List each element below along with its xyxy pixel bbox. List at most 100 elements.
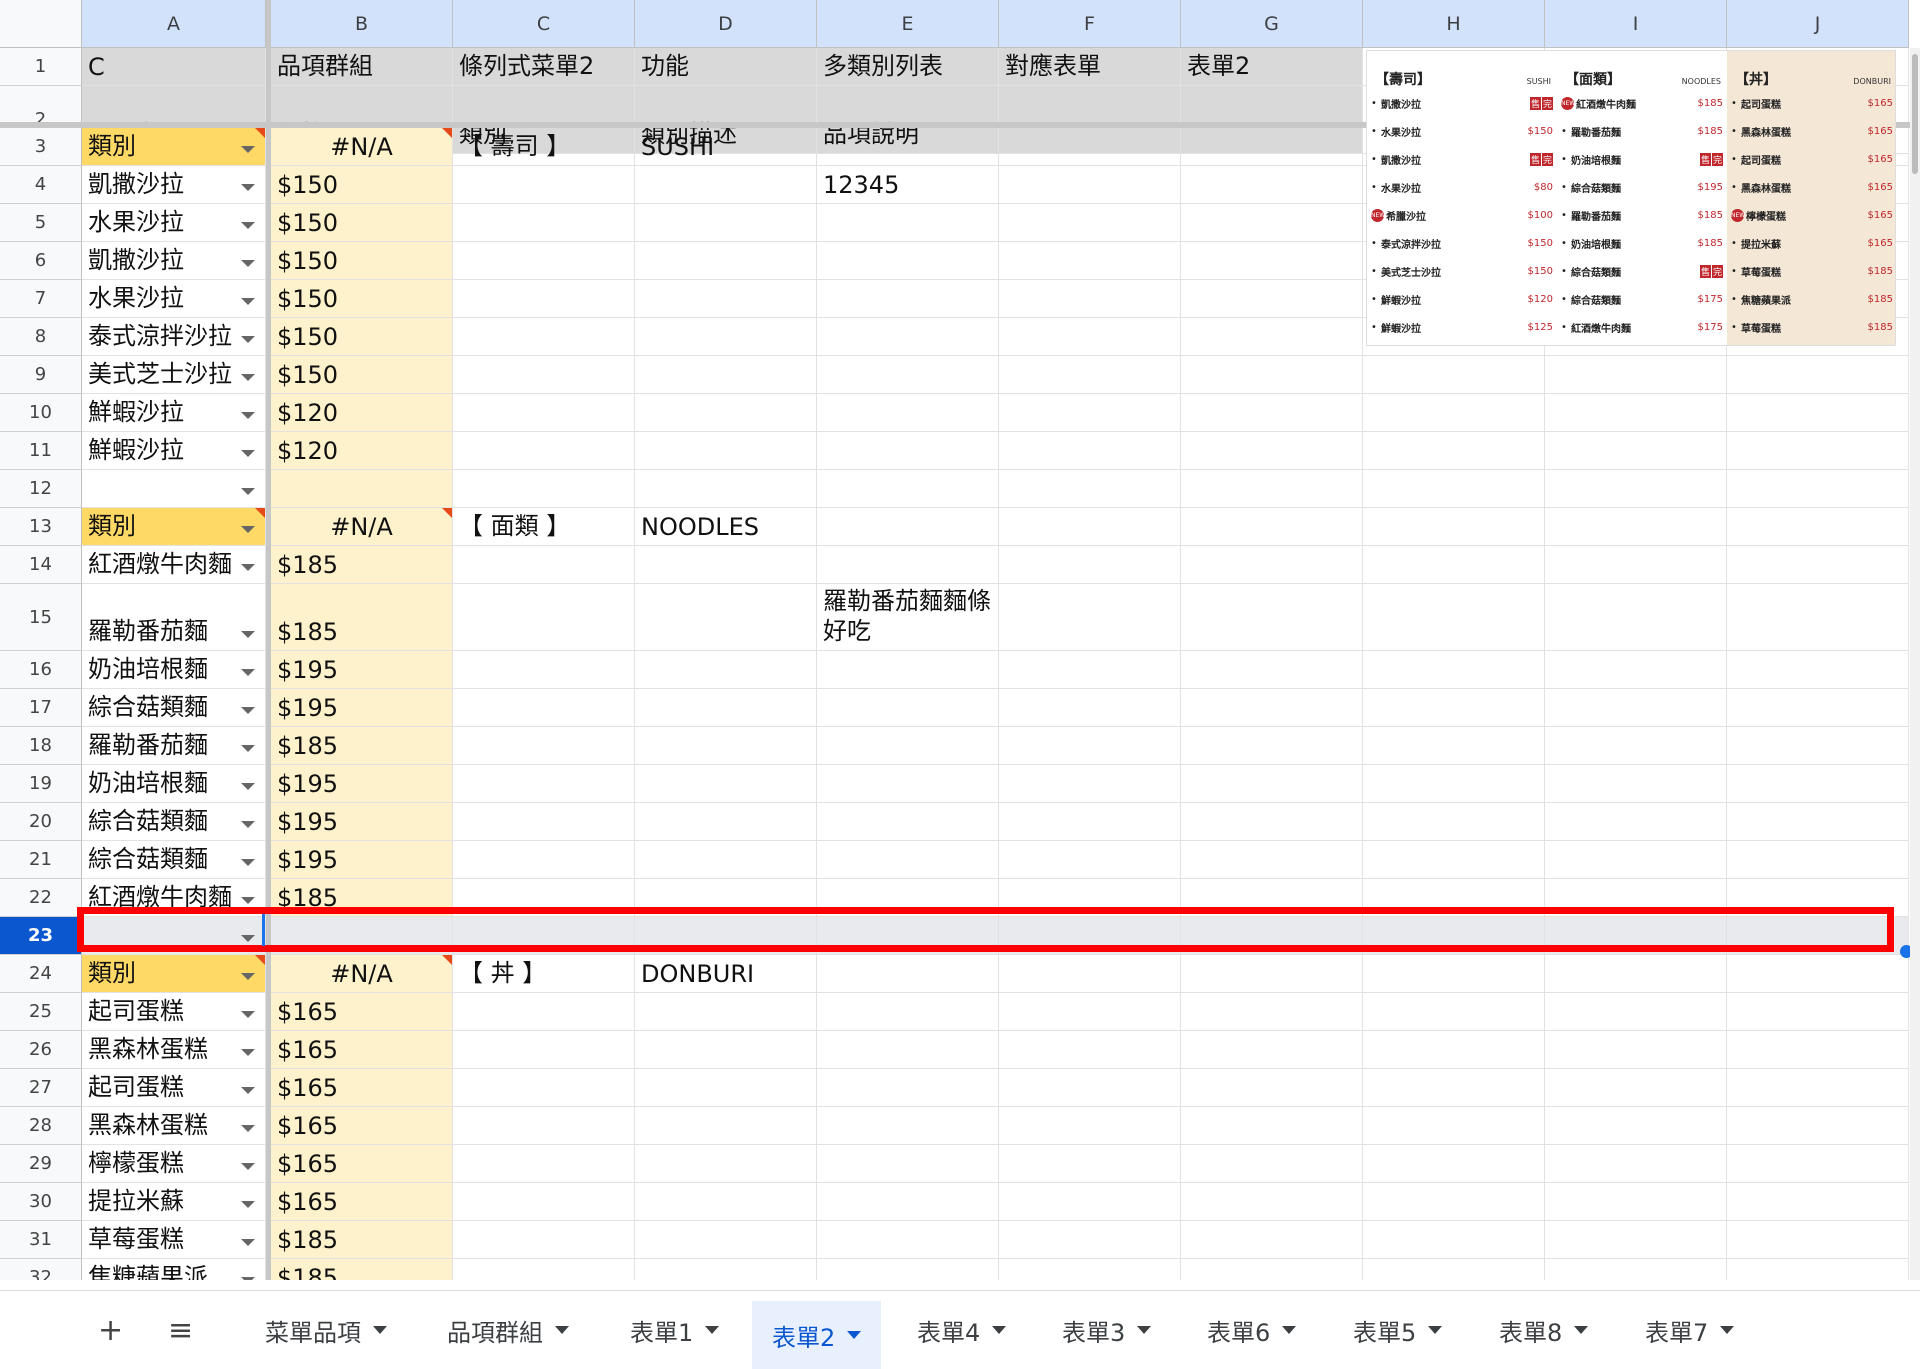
cell-e30[interactable] (817, 1183, 999, 1221)
cell-f25[interactable] (999, 993, 1181, 1031)
cell-a17[interactable]: 綜合菇類麵 (82, 689, 266, 727)
cell-c14[interactable] (453, 546, 635, 584)
cell-d31[interactable] (635, 1221, 817, 1259)
cell-h12[interactable] (1363, 470, 1545, 508)
chevron-down-icon[interactable] (1720, 1326, 1735, 1334)
cell-f29[interactable] (999, 1145, 1181, 1183)
cell-f19[interactable] (999, 765, 1181, 803)
cell-h16[interactable] (1363, 651, 1545, 689)
cell-d5[interactable] (635, 204, 817, 242)
cell-g1[interactable]: 表單2 (1181, 48, 1363, 86)
cell-d11[interactable] (635, 432, 817, 470)
comment-indicator-icon[interactable] (255, 508, 265, 518)
cell-d27[interactable] (635, 1069, 817, 1107)
cell-a31[interactable]: 草莓蛋糕 (82, 1221, 266, 1259)
cell-g27[interactable] (1181, 1069, 1363, 1107)
row-header-10[interactable]: 10 (0, 394, 82, 432)
cell-b28[interactable]: $165 (271, 1107, 453, 1145)
cell-a3[interactable]: 類別 (82, 128, 266, 166)
comment-indicator-icon[interactable] (442, 955, 452, 965)
cell-a15[interactable]: 羅勒番茄麵 (82, 584, 266, 651)
row-header-32[interactable]: 32 (0, 1259, 82, 1280)
cell-f13[interactable] (999, 508, 1181, 546)
cell-a11[interactable]: 鮮蝦沙拉 (82, 432, 266, 470)
row-header-31[interactable]: 31 (0, 1221, 82, 1259)
cell-j13[interactable] (1727, 508, 1909, 546)
comment-indicator-icon[interactable] (255, 955, 265, 965)
scrollbar-thumb[interactable] (1912, 54, 1918, 174)
cell-e27[interactable] (817, 1069, 999, 1107)
dropdown-chevron-icon[interactable] (241, 707, 255, 714)
cell-b29[interactable]: $165 (271, 1145, 453, 1183)
cell-f1[interactable]: 對應表單 (999, 48, 1181, 86)
cell-c11[interactable] (453, 432, 635, 470)
cell-h18[interactable] (1363, 727, 1545, 765)
row-header-3[interactable]: 3 (0, 128, 82, 166)
cell-f32[interactable] (999, 1259, 1181, 1280)
row-header-9[interactable]: 9 (0, 356, 82, 394)
row-header-21[interactable]: 21 (0, 841, 82, 879)
cell-b11[interactable]: $120 (271, 432, 453, 470)
cell-j10[interactable] (1727, 394, 1909, 432)
cell-f18[interactable] (999, 727, 1181, 765)
cell-e19[interactable] (817, 765, 999, 803)
dropdown-chevron-icon[interactable] (241, 1201, 255, 1208)
cell-e14[interactable] (817, 546, 999, 584)
cell-j16[interactable] (1727, 651, 1909, 689)
cell-b23[interactable] (271, 917, 453, 955)
row-header-29[interactable]: 29 (0, 1145, 82, 1183)
cell-j11[interactable] (1727, 432, 1909, 470)
cell-a21[interactable]: 綜合菇類麵 (82, 841, 266, 879)
cell-d24[interactable]: DONBURI (635, 955, 817, 993)
cell-c10[interactable] (453, 394, 635, 432)
cell-i20[interactable] (1545, 803, 1727, 841)
cell-i14[interactable] (1545, 546, 1727, 584)
cell-g22[interactable] (1181, 879, 1363, 917)
cell-e12[interactable] (817, 470, 999, 508)
cell-f4[interactable] (999, 166, 1181, 204)
cell-d22[interactable] (635, 879, 817, 917)
cell-a27[interactable]: 起司蛋糕 (82, 1069, 266, 1107)
all-sheets-menu-button[interactable]: ≡ (168, 1313, 193, 1348)
cell-d4[interactable] (635, 166, 817, 204)
row-header-30[interactable]: 30 (0, 1183, 82, 1221)
spreadsheet-grid[interactable]: ABCDEFGHIJ 1C品項群組條列式菜單2功能多類別列表對應表單表單22品項… (0, 0, 1920, 1280)
cell-c29[interactable] (453, 1145, 635, 1183)
cell-g18[interactable] (1181, 727, 1363, 765)
cell-j20[interactable] (1727, 803, 1909, 841)
cell-f3[interactable] (999, 128, 1181, 166)
cell-d28[interactable] (635, 1107, 817, 1145)
sheet-tab-7[interactable]: 表單6 (1207, 1307, 1297, 1353)
cell-e5[interactable] (817, 204, 999, 242)
cell-i21[interactable] (1545, 841, 1727, 879)
sheet-tab-2[interactable]: 品項群組 (447, 1307, 569, 1353)
cell-a29[interactable]: 檸檬蛋糕 (82, 1145, 266, 1183)
cell-g28[interactable] (1181, 1107, 1363, 1145)
cell-d20[interactable] (635, 803, 817, 841)
cell-e15[interactable]: 羅勒番茄麵麵條好吃 (817, 584, 999, 651)
cell-h31[interactable] (1363, 1221, 1545, 1259)
dropdown-chevron-icon[interactable] (241, 260, 255, 267)
cell-b13[interactable]: #N/A (271, 508, 453, 546)
cell-d23[interactable] (635, 917, 817, 955)
cell-e1[interactable]: 多類別列表 (817, 48, 999, 86)
column-header-h[interactable]: H (1363, 0, 1545, 48)
cell-e21[interactable] (817, 841, 999, 879)
row-header-25[interactable]: 25 (0, 993, 82, 1031)
cell-a25[interactable]: 起司蛋糕 (82, 993, 266, 1031)
dropdown-chevron-icon[interactable] (241, 783, 255, 790)
row-header-7[interactable]: 7 (0, 280, 82, 318)
cell-e16[interactable] (817, 651, 999, 689)
cell-b9[interactable]: $150 (271, 356, 453, 394)
row-header-22[interactable]: 22 (0, 879, 82, 917)
cell-e28[interactable] (817, 1107, 999, 1145)
cell-a1[interactable]: C (82, 48, 266, 86)
cell-h28[interactable] (1363, 1107, 1545, 1145)
cell-h25[interactable] (1363, 993, 1545, 1031)
cell-d30[interactable] (635, 1183, 817, 1221)
chevron-down-icon[interactable] (1574, 1326, 1589, 1334)
dropdown-chevron-icon[interactable] (241, 745, 255, 752)
comment-indicator-icon[interactable] (442, 128, 452, 138)
cell-e24[interactable] (817, 955, 999, 993)
cell-f8[interactable] (999, 318, 1181, 356)
